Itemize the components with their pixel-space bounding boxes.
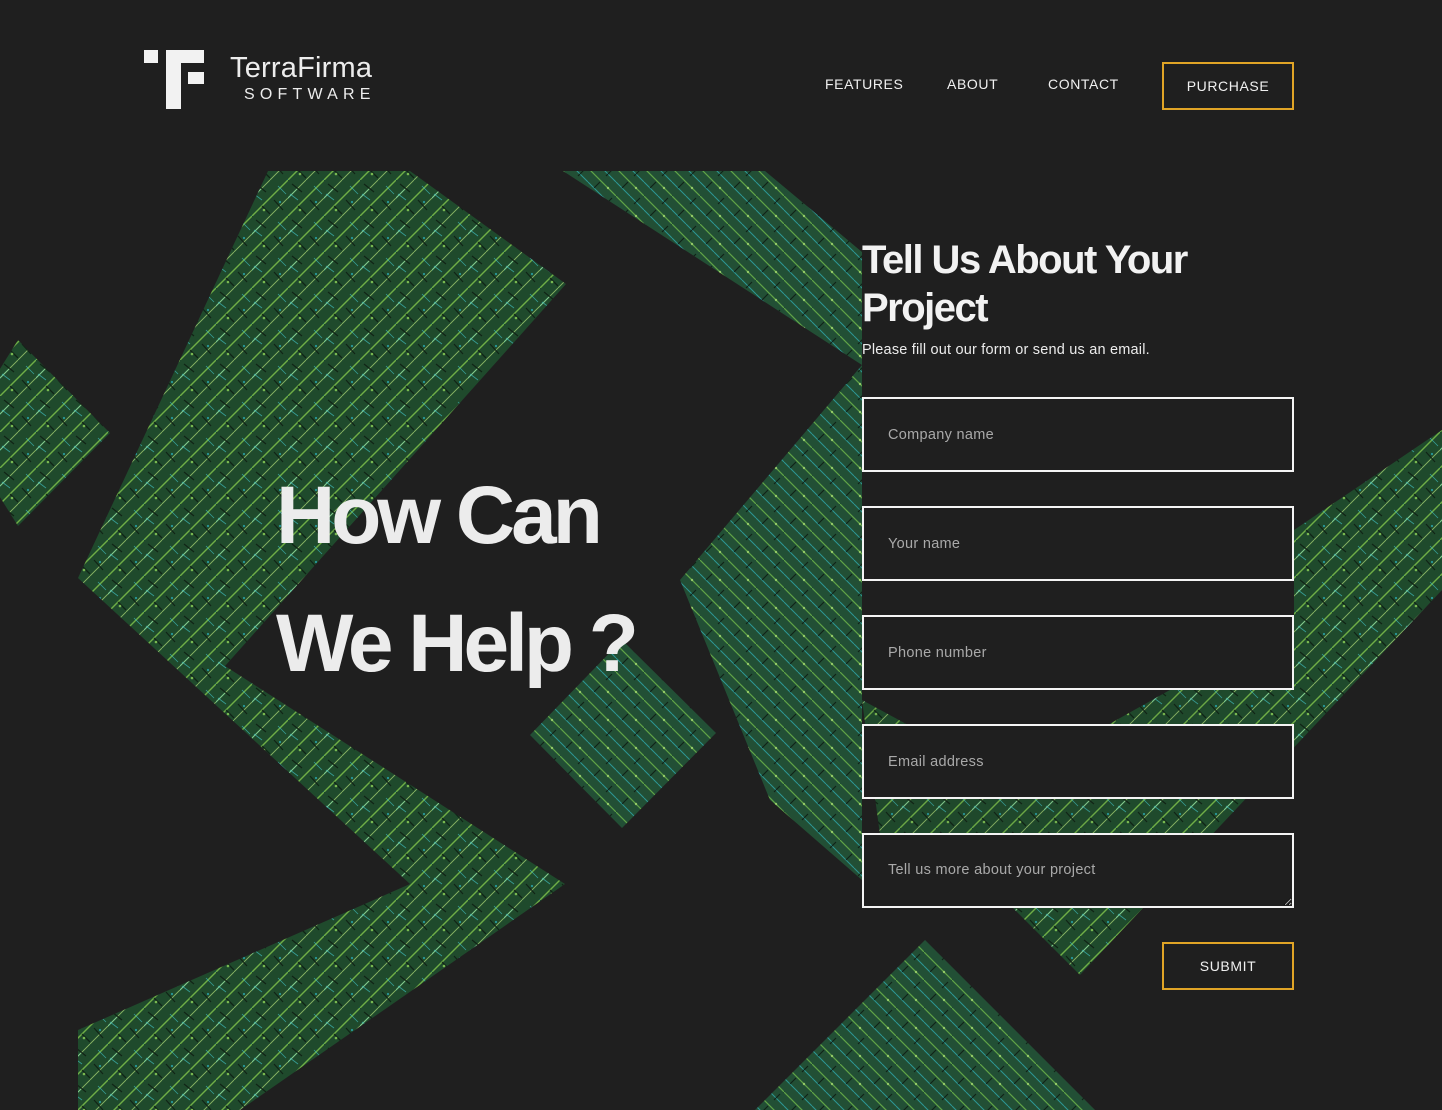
contact-form: Tell Us About Your Project Please fill o… <box>862 236 1294 908</box>
hero-heading-line-2: We Help ? <box>276 598 639 689</box>
submit-button[interactable]: SUBMIT <box>1162 942 1294 990</box>
site-header: TerraFirma SOFTWARE FEATURES ABOUT CONTA… <box>0 0 1442 140</box>
company-name-input[interactable] <box>862 397 1294 472</box>
hero-heading: How Can We Help ? <box>276 452 639 708</box>
brand-tagline: SOFTWARE <box>244 86 376 103</box>
brand-name: TerraFirma <box>230 52 373 84</box>
hero-heading-line-1: How Can <box>276 470 603 561</box>
terrain-diamond-left <box>0 340 110 526</box>
terrafirma-logo-icon <box>144 50 204 109</box>
purchase-button[interactable]: PURCHASE <box>1162 62 1294 110</box>
form-title: Tell Us About Your Project <box>862 238 1188 330</box>
nav-link-features[interactable]: FEATURES <box>825 76 903 92</box>
terrain-diamond-bottom <box>755 940 1095 1110</box>
nav-link-contact[interactable]: CONTACT <box>1048 76 1119 92</box>
your-name-input[interactable] <box>862 506 1294 581</box>
nav-link-about[interactable]: ABOUT <box>947 76 998 92</box>
form-subtitle: Please fill out our form or send us an e… <box>862 342 1150 358</box>
phone-number-input[interactable] <box>862 615 1294 690</box>
email-address-input[interactable] <box>862 724 1294 799</box>
project-details-textarea[interactable] <box>862 833 1294 908</box>
brand-logo[interactable]: TerraFirma SOFTWARE <box>144 50 404 110</box>
